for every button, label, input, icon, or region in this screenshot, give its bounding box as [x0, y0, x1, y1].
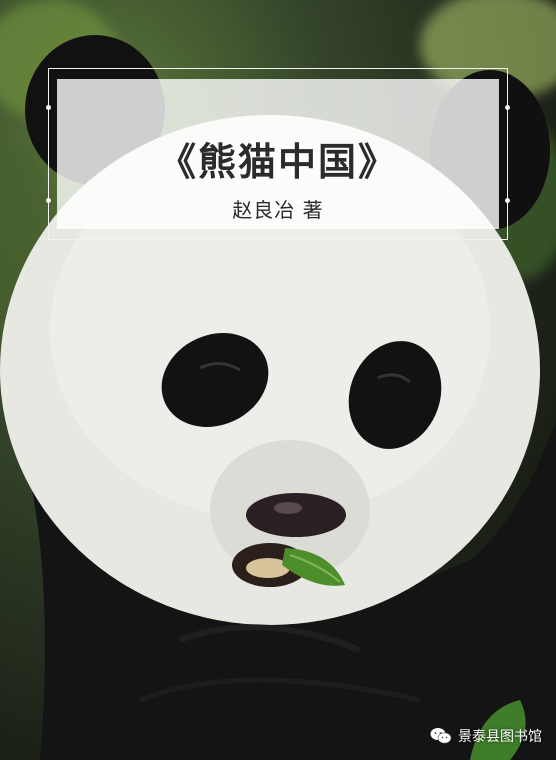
- title-panel: 《熊猫中国》 赵良冶 著: [57, 79, 499, 229]
- book-author: 赵良冶 著: [232, 198, 324, 222]
- frame-corner-dot: [505, 198, 510, 203]
- wechat-icon: [430, 728, 452, 744]
- title-frame: 《熊猫中国》 赵良冶 著: [46, 68, 510, 240]
- frame-corner-dot: [505, 105, 510, 110]
- book-cover: 《熊猫中国》 赵良冶 著 景泰县图书馆: [0, 0, 556, 760]
- frame-corner-dot: [46, 198, 51, 203]
- book-title: 《熊猫中国》: [157, 140, 398, 184]
- frame-corner-dot: [46, 105, 51, 110]
- watermark-text: 景泰县图书馆: [458, 729, 542, 745]
- watermark: 景泰县图书馆: [430, 726, 542, 746]
